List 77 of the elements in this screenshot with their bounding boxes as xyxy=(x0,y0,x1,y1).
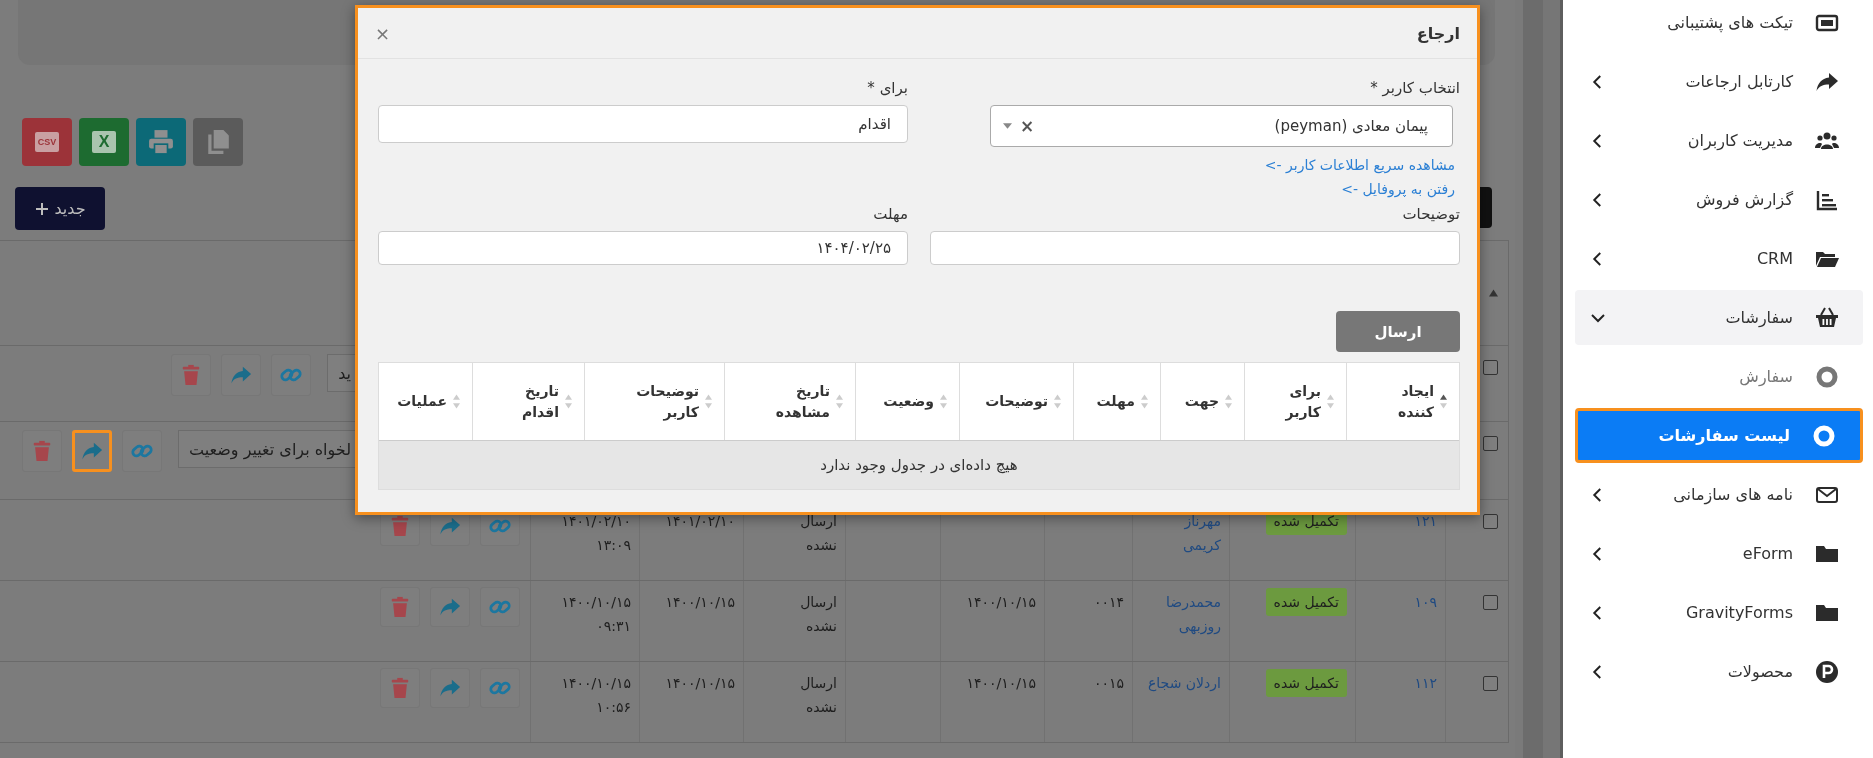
sidebar-item[interactable]: محصولات xyxy=(1575,644,1863,699)
profile-link[interactable]: مشاهده سریع اطلاعات کاربر -> xyxy=(1264,153,1455,177)
column-header[interactable]: توضیحات xyxy=(988,391,1048,412)
table-cell-text: ارسال نشده xyxy=(799,674,837,717)
table-cell: ۱۴۰۰/۱۰/۱۵ xyxy=(665,594,735,610)
status-badge: تکمیل شده xyxy=(1265,588,1347,616)
table-cell: ۱۴۰۰/۱۰/۱۵ xyxy=(966,594,1036,610)
sidebar-item[interactable]: لیست سفارشات xyxy=(1575,408,1863,463)
table-cell: ۰۰۱۴ xyxy=(1093,594,1124,610)
column-header[interactable]: توضیحات کاربر xyxy=(639,380,699,423)
sidebar-item[interactable]: سفارشات xyxy=(1575,290,1863,345)
sidebar-item[interactable]: مدیریت کاربران xyxy=(1575,113,1863,168)
row-checkbox[interactable] xyxy=(1483,514,1498,529)
column-header[interactable]: تاریخ مشاهده xyxy=(770,380,830,423)
copy-icon xyxy=(205,129,231,155)
caret-icon[interactable] xyxy=(1003,123,1012,129)
deadline-field[interactable]: ۱۴۰۴/۰۲/۲۵ xyxy=(378,231,908,265)
sidebar-item[interactable]: GravityForms xyxy=(1575,585,1863,640)
dialog-title: ارجاع xyxy=(1416,23,1460,43)
trash-icon xyxy=(389,515,411,537)
field-label: مهلت xyxy=(872,204,908,225)
table-cell: ۱۴۰۰/۱۰/۱۵ ۰۹:۳۱ xyxy=(561,594,631,634)
sort-icon[interactable] xyxy=(1440,394,1447,409)
table-cell: ۱۴۰۱/۰۲/۱۰ ۱۳:۰۹ xyxy=(561,513,631,553)
ring-icon xyxy=(1812,423,1836,448)
sidebar-item[interactable]: کارتابل ارجاعات xyxy=(1575,54,1863,109)
close-button[interactable]: × xyxy=(375,22,391,44)
forward-button[interactable] xyxy=(71,430,112,472)
send-button[interactable]: ارسال xyxy=(1336,311,1460,352)
basket-icon xyxy=(1815,305,1839,330)
excel-export-button[interactable]: X xyxy=(79,118,129,166)
row-checkbox[interactable] xyxy=(1483,676,1498,691)
column-header[interactable]: ایجاد کننده xyxy=(1374,380,1434,423)
table-cell: ۱۴۰۰/۱۰/۱۵ xyxy=(966,675,1036,691)
table-cell-text: ارسال نشده xyxy=(799,593,837,636)
ring-icon xyxy=(1815,364,1839,389)
sort-icon[interactable] xyxy=(1489,289,1498,297)
status-field[interactable]: لخواه برای تغییر وضعیت xyxy=(177,430,355,468)
status-badge: تکمیل شده xyxy=(1265,669,1347,697)
new-button[interactable]: جدید xyxy=(15,187,105,230)
column-header[interactable]: مهلت xyxy=(1096,391,1135,412)
p-circle-icon xyxy=(1815,659,1839,684)
table-cell: ۱۴۰۱/۰۲/۱۰ xyxy=(665,513,735,529)
field-label: انتخاب کاربر * xyxy=(1369,78,1460,99)
column-header[interactable]: وضعیت xyxy=(883,391,934,412)
column-header[interactable]: تاریخ اقدام xyxy=(499,380,559,423)
row-checkbox[interactable] xyxy=(1483,595,1498,610)
column-header[interactable]: عملیات xyxy=(397,391,447,412)
row-checkbox[interactable] xyxy=(1483,360,1498,375)
trash-icon xyxy=(389,596,411,618)
table-cell: ۰۰۱۵ xyxy=(1093,675,1124,691)
row-checkbox[interactable] xyxy=(1483,436,1498,451)
table-cell: ۱۴۰۰/۱۰/۱۵ xyxy=(665,675,735,691)
table-cell: ۱۴۰۰/۱۰/۱۵ ۱۰:۵۶ xyxy=(561,675,631,715)
sidebar-item[interactable]: تیکت های پشتیبانی xyxy=(1575,0,1863,50)
column-header[interactable]: برای کاربر xyxy=(1261,380,1321,423)
for-field[interactable]: اقدام xyxy=(378,105,908,143)
table-cell-text: ارسال نشده xyxy=(799,512,837,555)
plus-icon xyxy=(34,200,51,217)
print-button[interactable] xyxy=(136,118,186,166)
empty-table-message: هیچ داده‌ای در جدول وجود ندارد xyxy=(820,456,1018,474)
sidebar-item[interactable]: گزارش فروش xyxy=(1575,172,1863,227)
sidebar-item[interactable]: سفارش xyxy=(1575,349,1863,404)
sidebar-item[interactable]: نامه های سازمانی xyxy=(1575,467,1863,522)
user-select[interactable]: پیمان معادی (peyman) × xyxy=(990,105,1453,147)
field-label: توضیحات xyxy=(1401,204,1460,225)
status-field[interactable]: ید xyxy=(327,354,355,392)
trash-icon xyxy=(389,677,411,699)
column-header[interactable]: جهت xyxy=(1184,391,1219,412)
field-label: برای * xyxy=(866,78,908,99)
notes-field[interactable] xyxy=(930,231,1460,265)
printer-icon xyxy=(148,129,174,155)
copy-button[interactable] xyxy=(193,118,243,166)
sidebar-item[interactable]: CRM xyxy=(1575,231,1863,286)
clear-button[interactable]: × xyxy=(1020,116,1035,136)
profile-link[interactable]: رفتن به پروفایل -> xyxy=(1341,177,1455,201)
sidebar-item[interactable]: eForm xyxy=(1575,526,1863,581)
